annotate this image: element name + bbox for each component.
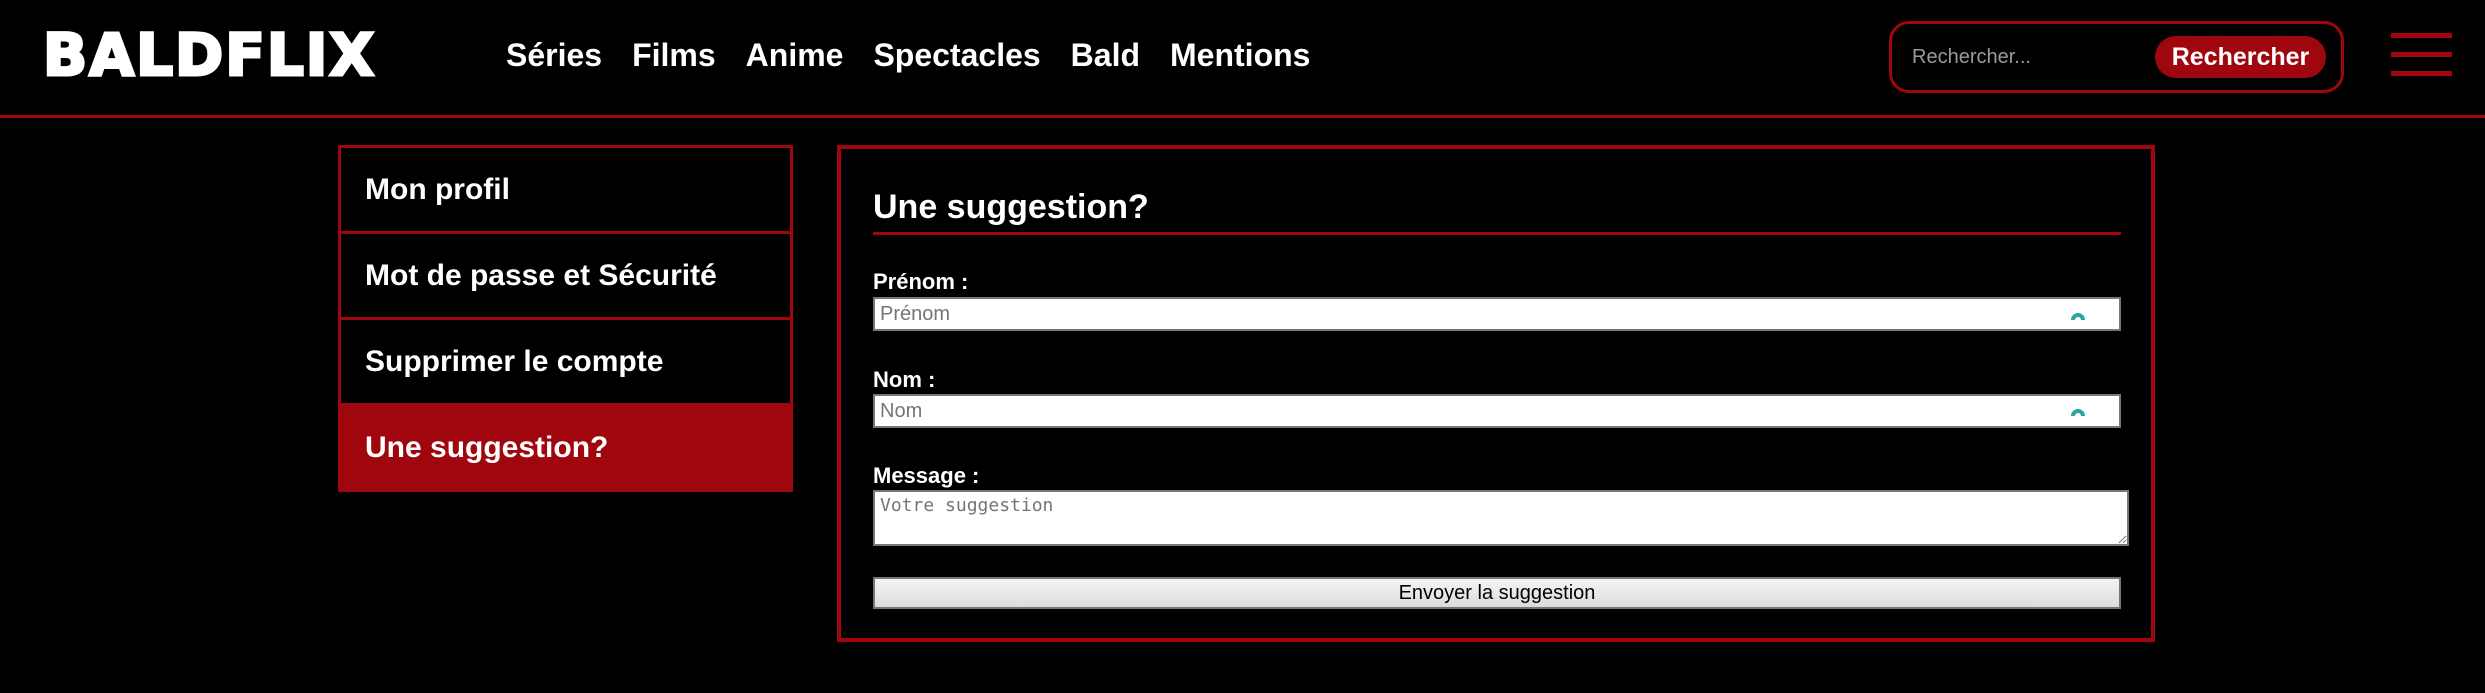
suggestion-panel: Une suggestion? Prénom : Nom : Message :… (837, 145, 2155, 642)
message-textarea[interactable] (873, 490, 2129, 546)
message-label: Message : (873, 463, 980, 488)
autofill-icon[interactable] (2069, 305, 2087, 321)
nav-link-anime[interactable]: Anime (746, 32, 844, 78)
sidebar-item-delete-account[interactable]: Supprimer le compte (338, 317, 793, 406)
nav-link-series[interactable]: Séries (506, 32, 602, 78)
first-name-field[interactable] (873, 297, 2121, 331)
nav-link-mentions[interactable]: Mentions (1170, 32, 1310, 78)
sidebar-item-suggestion[interactable]: Une suggestion? (338, 403, 793, 492)
nav-link-films[interactable]: Films (632, 32, 716, 78)
last-name-field[interactable] (873, 394, 2121, 428)
first-name-label: Prénom : (873, 269, 969, 294)
main-nav: Séries Films Anime Spectacles Bald Menti… (506, 32, 1310, 78)
nav-link-bald[interactable]: Bald (1071, 32, 1140, 78)
search-input[interactable] (1910, 38, 2155, 76)
site-logo[interactable]: BALDFLIX (41, 23, 376, 88)
nav-link-spectacles[interactable]: Spectacles (873, 32, 1040, 78)
hamburger-menu-icon[interactable] (2391, 33, 2452, 77)
last-name-label: Nom : (873, 367, 936, 392)
sidebar-item-profile[interactable]: Mon profil (338, 145, 793, 234)
search-form: Rechercher (1889, 21, 2344, 93)
panel-title: Une suggestion? (873, 185, 2121, 235)
account-sidebar: Mon profil Mot de passe et Sécurité Supp… (338, 145, 793, 492)
autofill-icon[interactable] (2069, 401, 2087, 417)
search-button[interactable]: Rechercher (2155, 36, 2326, 78)
send-suggestion-button[interactable]: Envoyer la suggestion (873, 577, 2121, 609)
sidebar-item-password-security[interactable]: Mot de passe et Sécurité (338, 231, 793, 320)
site-header: BALDFLIX Séries Films Anime Spectacles B… (0, 0, 2485, 118)
